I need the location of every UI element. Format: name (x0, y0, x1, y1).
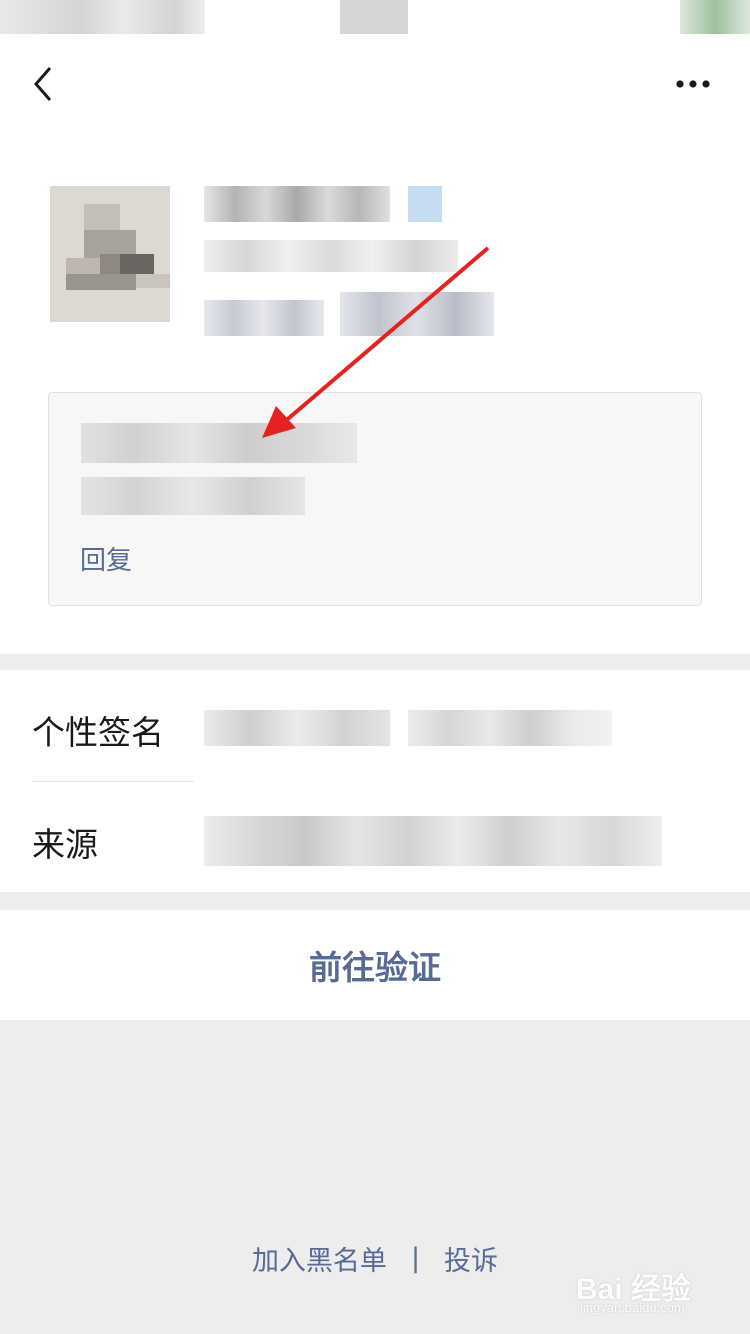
signature-label: 个性签名 (32, 713, 164, 752)
signature-value-obscured-2 (408, 710, 612, 746)
add-to-blacklist-link[interactable]: 加入黑名单 (252, 1239, 387, 1278)
report-link[interactable]: 投诉 (444, 1239, 498, 1278)
go-verify-button[interactable]: 前往验证 (0, 910, 750, 1020)
row-divider (32, 781, 194, 782)
source-value-obscured (204, 816, 662, 866)
verify-section: 前往验证 (0, 910, 750, 1020)
watermark-url: jingyan.baidu.com (580, 1300, 685, 1315)
signature-value-obscured (204, 710, 390, 746)
annotation-arrow (262, 246, 490, 438)
baidu-jingyan-watermark: Bai 经验 jingyan.baidu.com (576, 1254, 726, 1324)
source-label: 来源 (32, 825, 98, 864)
footer-separator: | (410, 1242, 421, 1274)
